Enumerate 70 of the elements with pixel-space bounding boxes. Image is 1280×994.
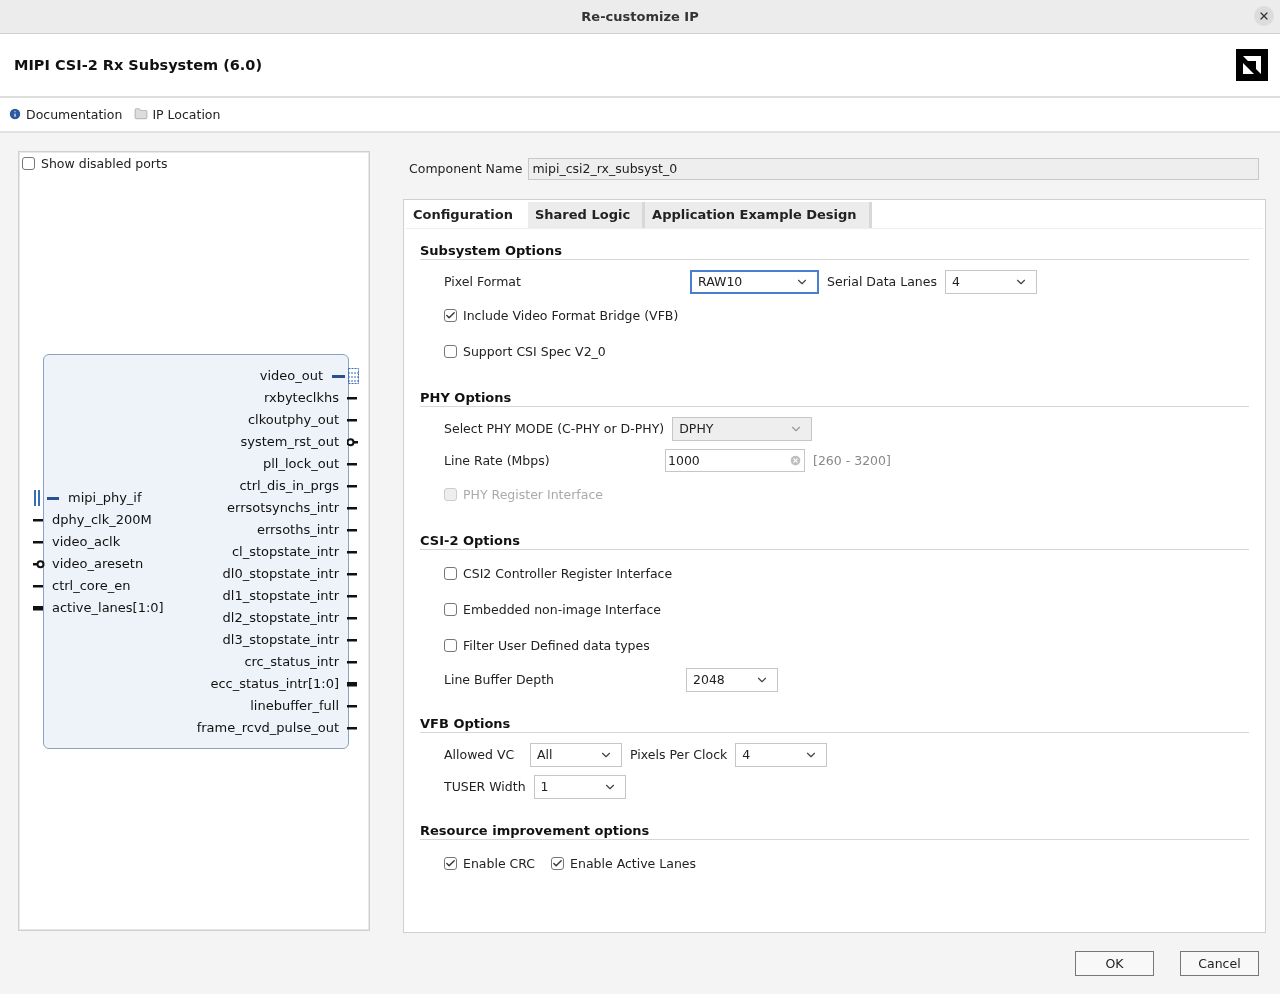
documentation-link[interactable]: Documentation — [8, 106, 123, 122]
dropdown[interactable]: 1 — [533, 774, 626, 799]
checkbox[interactable]: Embedded non-image Interface — [444, 602, 662, 618]
info-icon — [8, 107, 22, 122]
port-label: ecc_status_intr[1:0] — [210, 676, 339, 692]
port-label: errsoths_intr — [256, 522, 339, 538]
field-label: Pixel Format — [444, 274, 522, 290]
port-label: system_rst_out — [240, 434, 339, 450]
port-label: ctrl_dis_in_prgs — [239, 478, 339, 494]
component-name-field[interactable]: mipi_csi2_rx_subsyst_0 — [528, 157, 1259, 180]
section-title: PHY Options — [420, 389, 1249, 407]
field-label: Component Name — [409, 161, 523, 177]
field-label: TUSER Width — [444, 779, 526, 795]
dropdown[interactable]: All — [530, 742, 622, 767]
dropdown[interactable]: 4 — [944, 269, 1037, 294]
port-label: mipi_phy_if — [68, 490, 142, 506]
tab[interactable]: Application Example Design — [645, 201, 872, 228]
section-title: VFB Options — [420, 715, 1249, 733]
ok-button[interactable]: OK — [1075, 951, 1154, 976]
port-label: dphy_clk_200M — [52, 512, 152, 528]
section-title: CSI-2 Options — [420, 532, 1249, 550]
field-label: Serial Data Lanes — [827, 274, 937, 290]
section-title: Resource improvement options — [420, 822, 1249, 840]
field-label: Line Rate (Mbps) — [444, 453, 551, 469]
port-label: dl2_stopstate_intr — [222, 610, 339, 626]
port-label: cl_stopstate_intr — [231, 544, 339, 560]
checkbox[interactable]: Filter User Defined data types — [444, 638, 650, 654]
port-label: rxbyteclkhs — [263, 390, 339, 406]
ip-title: MIPI CSI-2 Rx Subsystem (6.0) — [14, 57, 263, 73]
checkbox[interactable]: CSI2 Controller Register Interface — [444, 566, 673, 582]
port-label: frame_rcvd_pulse_out — [196, 720, 339, 736]
location-link[interactable]: IP Location — [134, 106, 221, 122]
interface-pin-icon — [332, 366, 360, 385]
port-label: linebuffer_full — [250, 698, 339, 714]
field-label: Line Buffer Depth — [444, 672, 555, 688]
checkbox[interactable]: Support CSI Spec V2_0 — [444, 344, 606, 360]
checkbox[interactable]: Include Video Format Bridge (VFB) — [444, 308, 679, 324]
checkbox[interactable]: Show disabled ports — [22, 155, 366, 171]
close-button[interactable] — [1254, 6, 1274, 26]
input-field[interactable]: 1000 — [665, 449, 805, 473]
dropdown[interactable]: 2048 — [686, 667, 778, 692]
port-label: active_lanes[1:0] — [52, 600, 164, 616]
checkbox[interactable]: Enable Active Lanes — [551, 856, 697, 872]
close-icon — [1258, 10, 1270, 22]
port-label: video_aclk — [52, 534, 121, 550]
reset-pin-icon — [347, 435, 359, 448]
field-label: Select PHY MODE (C-PHY or D-PHY) — [444, 421, 665, 437]
port-label: video_out — [259, 368, 323, 384]
window-title: Re-customize IP — [581, 9, 699, 25]
port-label: dl0_stopstate_intr — [222, 566, 339, 582]
port-label: clkoutphy_out — [247, 412, 339, 428]
dropdown[interactable]: 4 — [735, 742, 828, 767]
port-label: errsotsynchs_intr — [227, 500, 339, 516]
port-label: ctrl_core_en — [52, 578, 131, 594]
range-hint: [260 - 3200] — [813, 453, 891, 469]
section-title: Subsystem Options — [420, 242, 1249, 260]
port-label: dl1_stopstate_intr — [222, 588, 339, 604]
checkbox[interactable]: Enable CRC — [444, 856, 536, 872]
port-label: crc_status_intr — [244, 654, 339, 670]
cancel-button[interactable]: Cancel — [1180, 951, 1259, 976]
port-label: video_aresetn — [52, 556, 144, 572]
field-label: Pixels Per Clock — [630, 747, 728, 763]
port-label: pll_lock_out — [263, 456, 339, 472]
port-label: dl3_stopstate_intr — [222, 632, 339, 648]
dropdown[interactable]: RAW10 — [690, 269, 819, 294]
tab[interactable]: Shared Logic — [527, 201, 646, 228]
folder-icon — [134, 107, 149, 122]
field-label: Allowed VC — [444, 747, 516, 763]
reset-pin-icon — [33, 557, 45, 570]
logo-icon — [1236, 49, 1268, 81]
